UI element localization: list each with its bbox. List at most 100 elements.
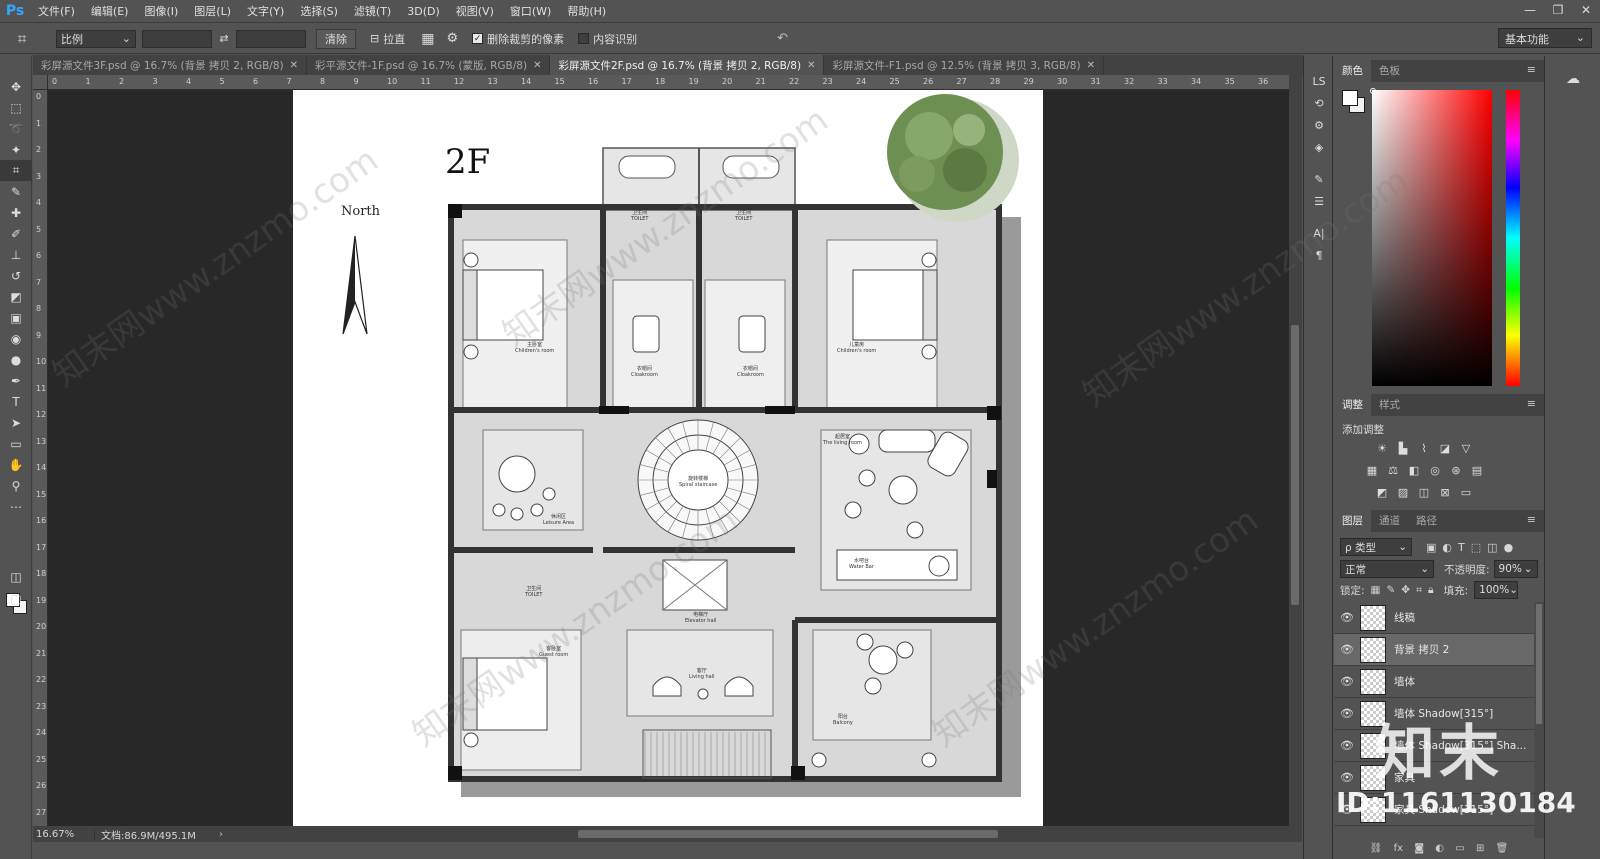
quick-mask-icon[interactable]: ◫ — [0, 566, 32, 587]
gradient-tool-icon[interactable]: ▣ — [0, 307, 32, 328]
visibility-eye-icon[interactable]: 👁︎ — [1334, 739, 1360, 752]
hue-slider[interactable] — [1506, 90, 1520, 386]
brush-presets-icon[interactable]: ✎ — [1304, 168, 1334, 190]
tab-paths[interactable]: 路径 — [1408, 510, 1445, 532]
paragraph-icon[interactable]: ¶ — [1304, 244, 1334, 266]
lasso-tool-icon[interactable]: ➰ — [0, 118, 32, 139]
layer-name[interactable]: 线稿 — [1394, 610, 1415, 625]
close-button[interactable]: ✕ — [1572, 0, 1600, 23]
link-layers-icon[interactable]: ⛓ — [1370, 843, 1383, 854]
curves-icon[interactable]: ⌇ — [1416, 440, 1432, 456]
menu-window[interactable]: 窗口(W) — [502, 0, 559, 23]
menu-type[interactable]: 文字(Y) — [239, 0, 292, 23]
menu-image[interactable]: 图像(I) — [136, 0, 186, 23]
channel-mixer-icon[interactable]: ⊛ — [1448, 462, 1464, 478]
rectangle-tool-icon[interactable]: ▭ — [0, 433, 32, 454]
tab-document-2f[interactable]: 彩屏源文件2F.psd @ 16.7% (背景 拷贝 2, RGB/8) ✕ — [550, 55, 825, 75]
crop-height-field[interactable] — [236, 29, 306, 48]
overlay-grid-icon[interactable]: ▦ — [421, 31, 434, 47]
new-group-icon[interactable]: ▭ — [1455, 843, 1464, 854]
zoom-tool-icon[interactable]: ⚲ — [0, 475, 32, 496]
document-canvas[interactable]: 2F North 卫生间 TOILET 卫生间 TOILET 主卧室 Child… — [293, 90, 1043, 826]
tab-document-3f[interactable]: 彩屏源文件3F.psd @ 16.7% (背景 拷贝 2, RGB/8) ✕ — [33, 55, 308, 75]
opacity-field[interactable]: 90% ⌄ — [1493, 560, 1538, 578]
fill-field[interactable]: 100% ⌄ — [1474, 581, 1519, 599]
photo-filter-icon[interactable]: ◎ — [1427, 462, 1443, 478]
exposure-icon[interactable]: ◪ — [1437, 440, 1453, 456]
levels-icon[interactable]: ▙ — [1395, 440, 1411, 456]
lock-position-icon[interactable]: ✥ — [1401, 584, 1410, 596]
clone-stamp-tool-icon[interactable]: ⊥ — [0, 244, 32, 265]
content-aware-checkbox[interactable]: 内容识别 — [578, 31, 637, 47]
ratio-select[interactable]: 比例 ⌄ — [56, 29, 136, 48]
blur-tool-icon[interactable]: ◉ — [0, 328, 32, 349]
menu-3d[interactable]: 3D(D) — [399, 0, 448, 23]
path-selection-tool-icon[interactable]: ➤ — [0, 412, 32, 433]
layer-name[interactable]: 墙体 — [1394, 674, 1415, 689]
canvas-area[interactable]: 2F North 卫生间 TOILET 卫生间 TOILET 主卧室 Child… — [48, 90, 1289, 826]
visibility-eye-icon[interactable]: 👁︎ — [1334, 707, 1360, 720]
marquee-tool-icon[interactable]: ⬚ — [0, 97, 32, 118]
invert-icon[interactable]: ◩ — [1374, 484, 1390, 500]
add-mask-icon[interactable]: ◙ — [1414, 843, 1424, 854]
crop-tool-preset-icon[interactable]: ⌗ — [0, 24, 44, 54]
tab-color[interactable]: 颜色 — [1334, 60, 1371, 82]
eraser-tool-icon[interactable]: ◩ — [0, 286, 32, 307]
menu-view[interactable]: 视图(V) — [448, 0, 502, 23]
scrollbar-thumb[interactable] — [1291, 325, 1299, 605]
tab-styles[interactable]: 样式 — [1371, 394, 1408, 416]
libraries-icon[interactable]: LS — [1304, 70, 1334, 92]
zoom-level[interactable]: 16.67% — [33, 828, 95, 840]
visibility-eye-icon[interactable]: 👁︎ — [1334, 771, 1360, 784]
screen-mode-icon[interactable]: ▢ — [0, 588, 32, 609]
foreground-color-swatch[interactable] — [1342, 90, 1358, 106]
panel-menu-icon[interactable]: ≡ — [1527, 63, 1536, 76]
tab-document-1f[interactable]: 彩平源文件-1F.psd @ 16.7% (蒙版, RGB/8) ✕ — [307, 55, 551, 75]
character-icon[interactable]: A| — [1304, 222, 1334, 244]
clear-button[interactable]: 清除 — [316, 28, 356, 49]
lock-artboard-icon[interactable]: ⌗ — [1416, 584, 1422, 597]
black-white-icon[interactable]: ◧ — [1406, 462, 1422, 478]
delete-layer-icon[interactable]: 🗑︎ — [1496, 843, 1509, 854]
horizontal-scrollbar[interactable] — [263, 829, 1293, 839]
crop-width-field[interactable] — [142, 29, 212, 48]
tab-adjustments[interactable]: 调整 — [1334, 394, 1371, 416]
blend-mode-select[interactable]: 正常 ⌄ — [1340, 560, 1434, 578]
tab-channels[interactable]: 通道 — [1371, 510, 1408, 532]
brush-tool-icon[interactable]: ✐ — [0, 223, 32, 244]
gear-icon[interactable]: ⚙ — [446, 31, 458, 46]
reset-icon[interactable]: ↶ — [777, 31, 788, 46]
new-layer-icon[interactable]: ⊞ — [1476, 843, 1484, 854]
vibrance-icon[interactable]: ▽ — [1458, 440, 1474, 456]
menu-select[interactable]: 选择(S) — [292, 0, 346, 23]
tab-swatches[interactable]: 色板 — [1371, 60, 1408, 82]
lock-pixels-icon[interactable]: ✎ — [1386, 584, 1395, 596]
color-balance-icon[interactable]: ⚖ — [1385, 462, 1401, 478]
tab-layers[interactable]: 图层 — [1334, 510, 1371, 532]
workspace-select[interactable]: 基本功能 ⌄ — [1498, 28, 1592, 48]
scrollbar-thumb[interactable] — [578, 830, 998, 838]
cloud-libraries-icon[interactable]: ☁ — [1545, 64, 1600, 94]
menu-help[interactable]: 帮助(H) — [559, 0, 614, 23]
eyedropper-tool-icon[interactable]: ✎ — [0, 181, 32, 202]
filter-smart-object-icon[interactable]: ◫ — [1487, 541, 1497, 554]
minimize-button[interactable]: — — [1516, 0, 1544, 23]
tab-document-f1[interactable]: 彩屏源文件-F1.psd @ 12.5% (背景 拷贝 3, RGB/8) ✕ — [824, 55, 1104, 75]
menu-file[interactable]: 文件(F) — [30, 0, 83, 23]
filter-type-icon[interactable]: T — [1458, 541, 1465, 554]
filter-shape-icon[interactable]: ⬚ — [1471, 541, 1481, 554]
type-tool-icon[interactable]: T — [0, 391, 32, 412]
vertical-ruler[interactable]: 0 1 2 3 4 5 6 7 8 9 10 11 12 13 14 15 16 17 18 19 20 21 22 23 24… — [33, 90, 48, 826]
visibility-eye-icon[interactable]: 👁︎ — [1334, 643, 1360, 656]
dodge-tool-icon[interactable]: ● — [0, 349, 32, 370]
layer-row[interactable]: 👁︎ 墙体 — [1334, 666, 1534, 698]
properties-icon[interactable]: ⚙ — [1304, 114, 1334, 136]
menu-filter[interactable]: 滤镜(T) — [346, 0, 399, 23]
more-tools-icon[interactable]: ⋯ — [0, 496, 32, 517]
pen-tool-icon[interactable]: ✒ — [0, 370, 32, 391]
layer-name[interactable]: 背景 拷贝 2 — [1394, 642, 1449, 657]
close-icon[interactable]: ✕ — [1087, 60, 1095, 71]
gradient-map-icon[interactable]: ▭ — [1458, 484, 1474, 500]
paths-icon[interactable]: ◈ — [1304, 136, 1334, 158]
history-brush-tool-icon[interactable]: ↺ — [0, 265, 32, 286]
